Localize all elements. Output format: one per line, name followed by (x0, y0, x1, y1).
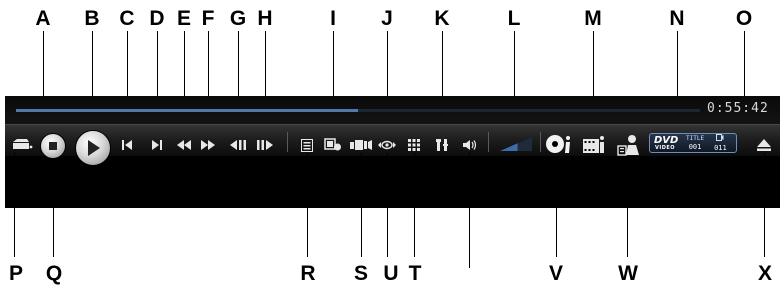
dvd-logo-subtext: VIDEO (654, 144, 676, 151)
capture-icon (324, 138, 341, 151)
callout-h: H (257, 7, 273, 30)
step-back-button[interactable] (228, 137, 248, 153)
fast-forward-button[interactable] (199, 137, 217, 153)
eject-icon (757, 139, 771, 151)
chapter-readout: 011 (714, 134, 727, 152)
viewpoint-icon (378, 140, 396, 150)
step-back-icon (230, 140, 246, 150)
callout-n: N (669, 7, 685, 30)
seek-progress (16, 109, 358, 112)
callout-p: P (8, 262, 24, 285)
numeric-pad-button[interactable] (406, 137, 422, 153)
angle-icon (350, 140, 372, 150)
help-icon (617, 135, 639, 156)
leader-r (307, 153, 308, 257)
leader-v (556, 156, 557, 257)
menu-button[interactable] (299, 137, 315, 153)
callout-d: D (149, 7, 165, 30)
next-icon (152, 140, 162, 150)
leader-p (14, 152, 15, 257)
callout-g: G (229, 7, 247, 30)
rewind-button[interactable] (175, 137, 193, 153)
callout-m: M (584, 7, 602, 30)
mode-icon[interactable] (10, 136, 34, 152)
step-forward-button[interactable] (255, 137, 275, 153)
leader-o (744, 31, 745, 103)
callout-q: Q (45, 262, 63, 285)
stop-button[interactable] (40, 133, 66, 159)
previous-button[interactable] (119, 137, 135, 153)
eject-button[interactable] (756, 137, 772, 153)
callout-s: S (353, 262, 369, 285)
title-label: TITLE (686, 135, 705, 142)
dvd-status-panel: DVD VIDEO TITLE 001 011 (649, 133, 737, 153)
callout-u: U (383, 262, 399, 285)
viewpoint-button[interactable] (376, 137, 398, 153)
leader-w (627, 157, 628, 257)
callout-r: R (300, 262, 316, 285)
separator (488, 132, 489, 152)
previous-icon (122, 140, 132, 150)
callout-w: W (618, 262, 638, 285)
fast-forward-icon (201, 140, 215, 150)
next-button[interactable] (149, 137, 165, 153)
callout-i: I (330, 7, 336, 30)
leader-u (387, 153, 388, 257)
separator (540, 132, 541, 152)
info-icon (546, 135, 570, 153)
step-forward-icon (257, 140, 273, 150)
play-icon (88, 140, 100, 156)
capture-button[interactable] (323, 136, 343, 154)
callout-j: J (381, 7, 393, 30)
callout-f: F (201, 7, 215, 30)
dvd-logo: DVD VIDEO (654, 134, 679, 151)
leader-s (361, 153, 362, 257)
chapter-value: 011 (714, 144, 727, 152)
separator (287, 132, 288, 152)
callout-a: A (35, 7, 51, 30)
time-display: 0:55:42 (707, 101, 769, 116)
leader-q (53, 159, 54, 257)
stop-icon (49, 142, 57, 150)
dvd-logo-text: DVD (654, 134, 679, 146)
film-info-icon (583, 136, 604, 153)
leader-t (414, 153, 415, 257)
callout-b: B (84, 7, 100, 30)
callout-o: O (735, 7, 753, 30)
callout-k: K (434, 7, 450, 30)
title-readout: TITLE 001 (686, 135, 704, 151)
callout-c: C (119, 7, 135, 30)
settings-button[interactable] (433, 136, 451, 154)
numeric-pad-icon (408, 139, 420, 151)
play-button[interactable] (75, 130, 111, 166)
speaker-icon (463, 140, 477, 150)
settings-icon (436, 139, 448, 151)
callout-e: E (176, 7, 192, 30)
rewind-icon (177, 140, 191, 150)
film-info-button[interactable] (581, 134, 607, 156)
angle-button[interactable] (348, 137, 374, 153)
menu-icon (301, 138, 313, 152)
callout-l: L (507, 7, 521, 30)
callout-v: V (548, 262, 564, 285)
leader-volume (469, 153, 470, 268)
title-value: 001 (688, 143, 702, 151)
volume-button[interactable] (461, 137, 479, 153)
chapter-icon (714, 134, 727, 144)
info-button[interactable] (545, 132, 573, 156)
help-button[interactable] (616, 133, 642, 157)
callout-x: X (757, 262, 773, 285)
leader-x (764, 153, 765, 257)
callout-t: T (408, 262, 422, 285)
volume-slider[interactable] (500, 137, 532, 151)
